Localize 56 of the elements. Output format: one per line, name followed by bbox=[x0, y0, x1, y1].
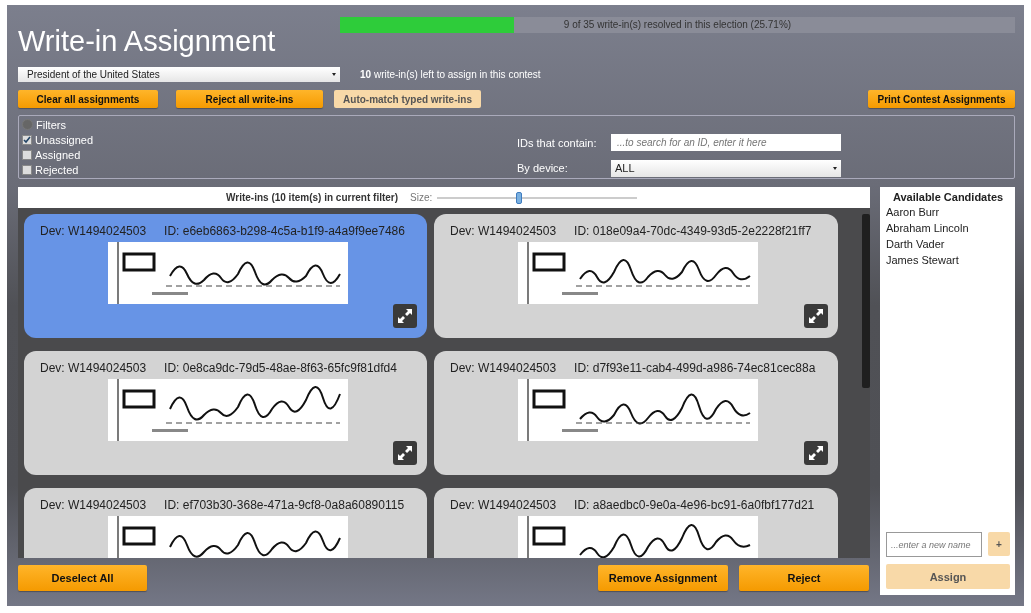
id-search-label: IDs that contain: bbox=[517, 136, 598, 149]
new-name-field[interactable]: ...enter a new name bbox=[886, 532, 982, 557]
writein-id: ID: a8aedbc0-9e0a-4e96-bc91-6a0fbf177d21 bbox=[574, 498, 815, 512]
device-label: Dev: W1494024503 bbox=[450, 361, 557, 375]
writein-card[interactable]: Dev: W1494024503 ID: 018e09a4-70dc-4349-93d5-2e2228f21ff7 bbox=[434, 214, 838, 338]
size-label: Size: bbox=[410, 192, 433, 203]
progress-label: 9 of 35 write-in(s) resolved in this election (25.71%) bbox=[562, 19, 793, 30]
writein-card[interactable]: Dev: W1494024503 ID: 0e8ca9dc-79d5-48ae-8f63-65fc9f81dfd4 bbox=[24, 351, 427, 475]
device-label: Dev: W1494024503 bbox=[450, 498, 557, 512]
writein-id: ID: e6eb6863-b298-4c5a-b1f9-a4a9f9ee7486 bbox=[164, 224, 405, 238]
print-button[interactable]: Print Contest Assignments bbox=[868, 90, 1015, 108]
candidate-item[interactable]: Abraham Lincoln bbox=[886, 222, 1010, 238]
device-dropdown[interactable]: ALL bbox=[611, 159, 841, 177]
device-label: Dev: W1494024503 bbox=[40, 361, 147, 375]
filter-option-label: Rejected bbox=[35, 163, 79, 176]
filters-label: Filters bbox=[36, 118, 66, 131]
writein-card[interactable]: Dev: W1494024503 ID: a8aedbc0-9e0a-4e96-bc91-6a0fbf177d21 bbox=[434, 488, 838, 558]
page-title: Write-in Assignment bbox=[18, 24, 277, 59]
add-button[interactable]: + bbox=[988, 532, 1010, 556]
writein-id: ID: 018e09a4-70dc-4349-93d5-2e2228f21ff7 bbox=[574, 224, 812, 238]
candidate-item[interactable]: Aaron Burr bbox=[886, 206, 1010, 222]
writein-card[interactable]: Dev: W1494024503 ID: e6eb6863-b298-4c5a-b1f9-a4a9f9ee7486 bbox=[24, 214, 427, 338]
candidate-item[interactable]: Darth Vader bbox=[886, 238, 1010, 254]
device-label: Dev: W1494024503 bbox=[40, 224, 147, 238]
action-button[interactable]: Clear all assignments bbox=[18, 90, 158, 108]
writein-id: ID: ef703b30-368e-471a-9cf8-0a8a60890115 bbox=[164, 498, 405, 512]
writein-id: ID: 0e8ca9dc-79d5-48ae-8f63-65fc9f81dfd4 bbox=[164, 361, 397, 375]
device-label: Dev: W1494024503 bbox=[40, 498, 147, 512]
action-button[interactable]: Remove Assignment bbox=[598, 565, 728, 591]
remaining-count: 10 write-in(s) left to assign in this contest bbox=[360, 69, 541, 80]
checkbox[interactable] bbox=[22, 164, 32, 175]
contest-dropdown[interactable]: President of the United States bbox=[18, 67, 340, 82]
writein-card[interactable]: Dev: W1494024503 ID: d7f93e11-cab4-499d-a986-74ec81cec88a bbox=[434, 351, 838, 475]
device-label: Dev: W1494024503 bbox=[450, 224, 557, 238]
panel-title: Available Candidates bbox=[891, 191, 1005, 203]
action-button[interactable]: Deselect All bbox=[18, 565, 147, 591]
expand-icon[interactable] bbox=[393, 304, 417, 328]
writein-card[interactable]: Dev: W1494024503 ID: ef703b30-368e-471a-9cf8-0a8a60890115 bbox=[24, 488, 427, 558]
list-title: Write-ins (10 item(s) in current filter) bbox=[226, 192, 399, 203]
caret-icon bbox=[833, 166, 837, 170]
candidate-item[interactable]: James Stewart bbox=[886, 254, 1010, 270]
radio-button[interactable] bbox=[22, 119, 33, 130]
expand-icon[interactable] bbox=[804, 441, 828, 465]
action-button[interactable]: Reject all write-ins bbox=[176, 90, 323, 108]
caret-icon bbox=[332, 73, 336, 76]
filter-option-label: Unassigned bbox=[35, 133, 94, 146]
filter-option-label: Assigned bbox=[35, 148, 81, 161]
writein-id: ID: d7f93e11-cab4-499d-a986-74ec81cec88a bbox=[574, 361, 816, 375]
checkbox[interactable] bbox=[22, 149, 32, 160]
action-button[interactable]: Reject bbox=[739, 565, 869, 591]
id-search-field[interactable]: ...to search for an ID, enter it here bbox=[611, 134, 841, 152]
expand-icon[interactable] bbox=[393, 441, 417, 465]
device-filter-label: By device: bbox=[517, 162, 569, 175]
checkbox[interactable] bbox=[22, 134, 32, 145]
expand-icon[interactable] bbox=[804, 304, 828, 328]
scrollbar[interactable] bbox=[862, 214, 870, 388]
